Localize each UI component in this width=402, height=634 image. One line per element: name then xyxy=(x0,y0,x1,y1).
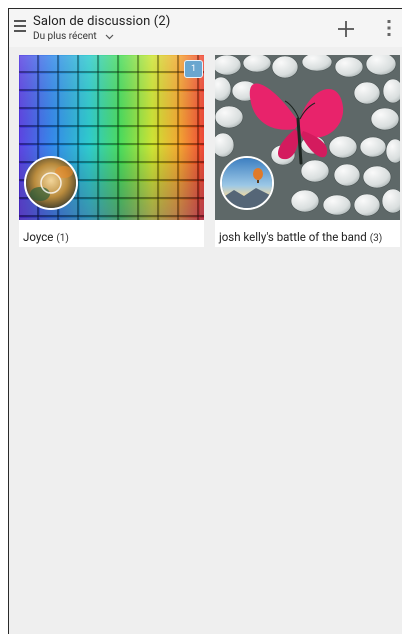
unread-badge: 1 xyxy=(184,60,203,78)
room-name: Joyce xyxy=(23,230,54,244)
room-member-count: (3) xyxy=(369,233,383,244)
add-icon[interactable] xyxy=(336,19,356,39)
sort-dropdown[interactable]: Du plus récent xyxy=(33,31,170,43)
avatar xyxy=(220,156,274,210)
room-member-count: (1) xyxy=(56,233,69,244)
avatar xyxy=(24,156,78,210)
chevron-down-icon xyxy=(105,34,114,40)
more-vert-icon[interactable] xyxy=(381,17,397,39)
page-title: Salon de discussion (2) xyxy=(33,14,171,29)
chat-room-card[interactable]: 1 Joyce (1) xyxy=(19,55,204,247)
menu-icon[interactable] xyxy=(14,20,26,33)
title-block: Salon de discussion (2) Du plus récent xyxy=(33,14,170,43)
room-name: josh kelly's battle of the band xyxy=(219,230,367,244)
sort-label: Du plus récent xyxy=(33,31,97,42)
room-title: josh kelly's battle of the band (3) xyxy=(219,230,382,244)
room-title: Joyce (1) xyxy=(23,230,69,244)
chat-room-card[interactable]: josh kelly's battle of the band (3) xyxy=(215,55,400,247)
app-window: Salon de discussion (2) Du plus récent 1… xyxy=(8,8,402,634)
top-bar: Salon de discussion (2) Du plus récent xyxy=(9,9,402,47)
